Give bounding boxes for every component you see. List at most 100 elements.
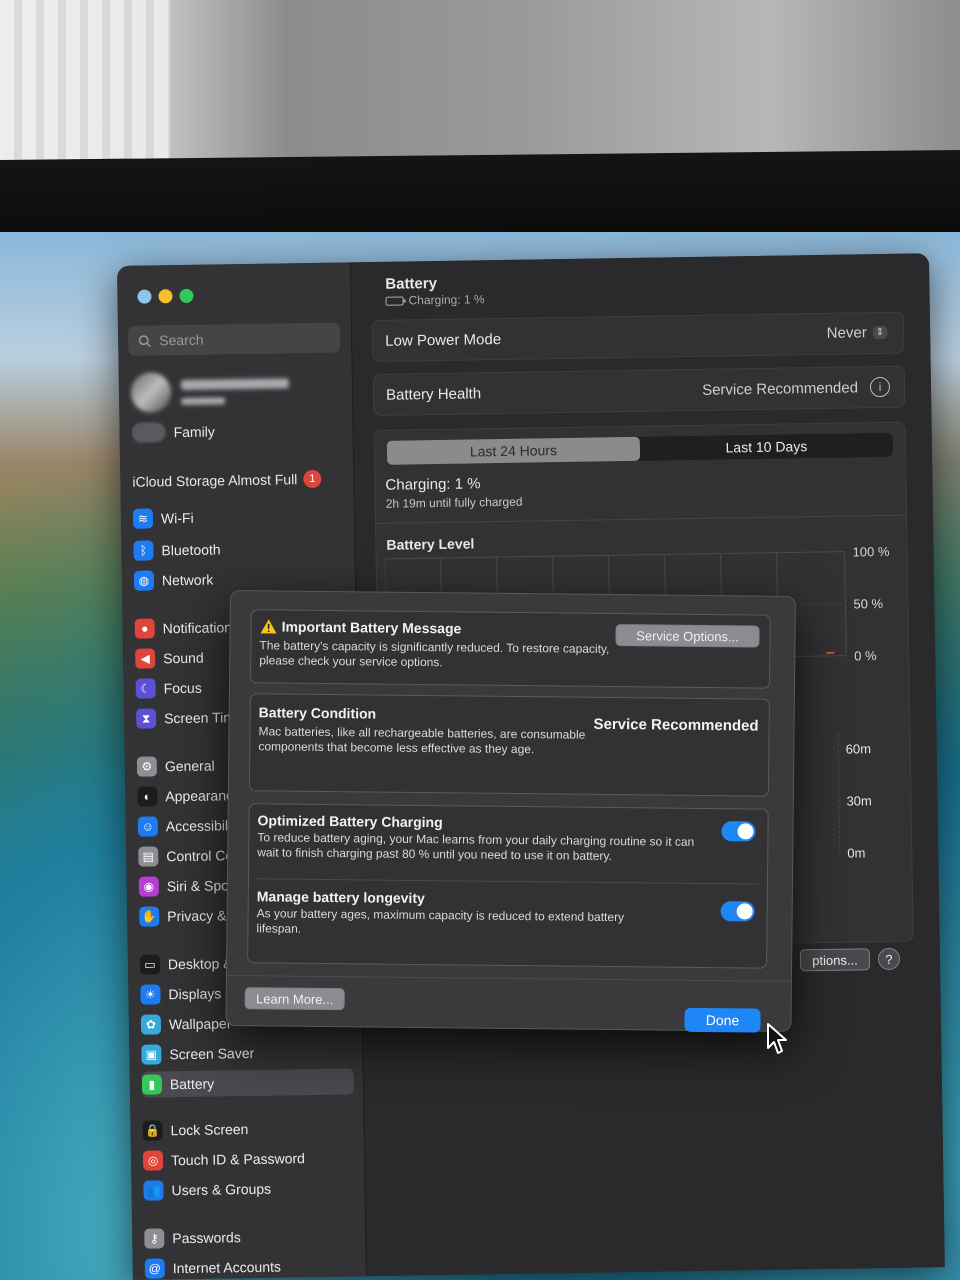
sidebar-item-label: Touch ID & Password: [170, 1150, 306, 1169]
notification-badge: 1: [303, 469, 322, 489]
usage-tick-30m: 30m: [846, 793, 872, 809]
sidebar-item-label: Siri & Spot: [166, 877, 234, 895]
sidebar-item-passwords[interactable]: ⚷ Passwords: [144, 1222, 356, 1251]
sun-icon: ☀: [140, 984, 161, 1005]
sidebar-item-label: Family: [173, 423, 215, 441]
curtain: [0, 0, 170, 175]
low-power-select[interactable]: Never ⇕: [827, 324, 888, 342]
tab-last-10-days[interactable]: Last 10 Days: [640, 433, 893, 461]
sidebar-item-label: Sound: [163, 649, 204, 667]
tab-last-24-hours[interactable]: Last 24 Hours: [386, 436, 641, 465]
sidebar-item-wi-fi[interactable]: ≋ Wi-Fi: [132, 502, 345, 531]
battery-health-label: Battery Health: [385, 385, 482, 404]
level-tick-100: 100 %: [852, 547, 890, 560]
mouse-pointer-icon: [767, 1023, 787, 1054]
sidebar-item-label: Screen Saver: [169, 1044, 255, 1063]
usage-tick-0m: 0m: [847, 845, 866, 861]
learn-more-button[interactable]: Learn More...: [244, 987, 345, 1011]
sidebar-item-label: Battery: [169, 1075, 215, 1093]
service-options-button[interactable]: Service Options...: [615, 624, 760, 648]
close-window-button[interactable]: [137, 289, 152, 304]
sidebar-item-label: Passwords: [172, 1229, 241, 1247]
sidebar-item-users-groups[interactable]: 👥 Users & Groups: [143, 1174, 355, 1203]
message-body: The battery's capacity is significantly …: [259, 638, 610, 670]
sidebar-item-label: Wallpaper: [168, 1015, 232, 1033]
low-power-label: Low Power Mode: [385, 330, 502, 350]
bell-icon: ●: [134, 618, 155, 639]
sidebar-item-touch-id-password[interactable]: ◎ Touch ID & Password: [142, 1144, 355, 1173]
wifi-icon: ≋: [132, 508, 154, 529]
profile-name-redacted: [180, 377, 289, 405]
sidebar-item-family[interactable]: Family: [131, 416, 343, 445]
sidebar-item-lock-screen[interactable]: 🔒 Lock Screen: [142, 1114, 354, 1143]
battery-health-value: Service Recommended: [701, 379, 859, 399]
longevity-body: As your battery ages, maximum capacity i…: [256, 906, 625, 936]
condition-title: Battery Condition: [258, 704, 377, 722]
level-tick-50: 50 %: [853, 596, 883, 611]
message-title: Important Battery Message: [281, 618, 462, 637]
low-power-value: Never: [826, 324, 867, 342]
battery-icon: [385, 296, 404, 306]
sidebar-item-label: Screen Tim: [163, 709, 236, 727]
battery-level-heading: Battery Level: [386, 535, 475, 553]
sidebar-item-battery[interactable]: ▮ Battery: [141, 1068, 355, 1098]
history-range-control[interactable]: Last 24 Hours Last 10 Days: [386, 432, 894, 465]
sidebar-item-label: Desktop &: [167, 955, 233, 973]
icloud-storage-alert[interactable]: iCloud Storage Almost Full 1: [132, 466, 344, 493]
message-title-row: Important Battery Message: [260, 618, 462, 637]
charging-options-box: Optimized Battery Charging To reduce bat…: [247, 803, 769, 969]
optimized-charging-toggle[interactable]: [721, 821, 756, 842]
sidebar-item-label: Notification: [162, 619, 233, 637]
sidebar-item-label: Lock Screen: [170, 1121, 249, 1139]
help-button[interactable]: ?: [877, 947, 901, 971]
sidebar-item-label: Appearanc: [165, 787, 234, 805]
screen-saver-icon: ▣: [141, 1044, 162, 1065]
users-icon: 👥: [143, 1180, 164, 1201]
zoom-window-button[interactable]: [179, 288, 194, 304]
gear-icon: ⚙: [136, 756, 158, 777]
warning-icon: [260, 619, 277, 634]
done-button[interactable]: Done: [684, 1007, 761, 1033]
at-icon: @: [144, 1258, 165, 1279]
search-input[interactable]: Search: [127, 322, 341, 356]
hand-icon: ✋: [139, 906, 160, 927]
control-center-icon: ▤: [138, 846, 159, 867]
charging-status: Charging: 1 %: [385, 475, 481, 494]
appearance-icon: ◐: [137, 786, 158, 807]
usage-tick-60m: 60m: [845, 741, 872, 757]
page-title: Battery: [385, 274, 438, 293]
options-button[interactable]: ptions...: [799, 948, 871, 972]
sidebar-item-bluetooth[interactable]: ᛒ Bluetooth: [133, 534, 345, 563]
sidebar-item-internet-accounts[interactable]: @ Internet Accounts: [144, 1252, 357, 1280]
lock-icon: 🔒: [142, 1120, 163, 1141]
minimize-window-button[interactable]: [158, 289, 173, 304]
important-message-box: Important Battery Message The battery's …: [250, 609, 771, 689]
bluetooth-icon: ᛒ: [133, 540, 154, 561]
charging-time: 2h 19m until fully charged: [385, 494, 523, 511]
sidebar-item-label: Control Ce: [166, 847, 234, 865]
flower-icon: ✿: [140, 1014, 162, 1035]
apple-id-profile[interactable]: [130, 367, 312, 416]
sidebar-item-label: Bluetooth: [161, 541, 221, 559]
sidebar-item-screen-saver[interactable]: ▣ Screen Saver: [141, 1038, 353, 1067]
condition-body: Mac batteries, like all rechargeable bat…: [258, 724, 586, 757]
speaker-icon: ◀: [135, 648, 156, 669]
footer-divider: [226, 974, 791, 982]
optimized-charging-title: Optimized Battery Charging: [257, 812, 443, 831]
divider: [256, 878, 759, 885]
sidebar-item-label: Users & Groups: [171, 1180, 272, 1199]
sidebar-item-label: Accessibili: [165, 817, 232, 835]
info-icon[interactable]: i: [869, 376, 891, 398]
condition-value: Service Recommended: [593, 715, 759, 735]
battery-health-row: Battery Health Service Recommended i: [372, 365, 906, 416]
icloud-alert-label: iCloud Storage Almost Full: [132, 471, 298, 490]
longevity-toggle[interactable]: [720, 901, 755, 922]
sidebar-item-label: Network: [161, 571, 214, 589]
battery-health-sheet: Important Battery Message The battery's …: [225, 590, 796, 1033]
longevity-title: Manage battery longevity: [256, 888, 425, 907]
dock-icon: ▭: [139, 954, 161, 975]
battery-condition-box: Battery Condition Mac batteries, like al…: [248, 693, 770, 797]
search-placeholder: Search: [159, 331, 204, 349]
subtitle-text: Charging: 1 %: [408, 292, 485, 308]
hourglass-icon: ⧗: [135, 708, 157, 729]
